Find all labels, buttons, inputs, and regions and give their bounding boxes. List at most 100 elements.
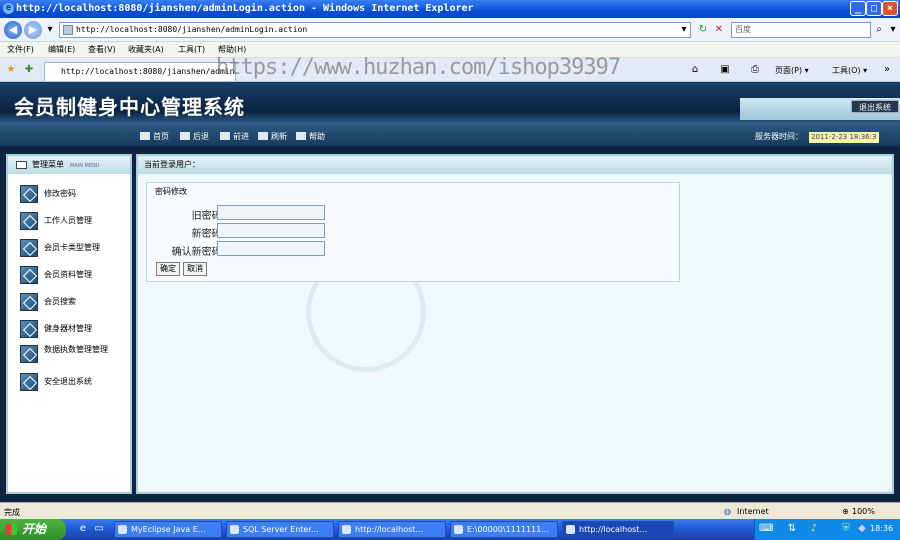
menu-icon bbox=[16, 161, 27, 169]
taskbar-item-myeclipse[interactable]: MyEclipse Java E... bbox=[114, 521, 222, 538]
sidebar-item-data[interactable]: 数据执数管理管理 bbox=[20, 344, 130, 366]
old-password-input[interactable] bbox=[217, 205, 325, 220]
refresh-icon[interactable]: ↻ bbox=[696, 22, 710, 38]
print-icon[interactable]: ⎙ bbox=[748, 62, 762, 78]
sidebar-item-logout[interactable]: 安全退出系统 bbox=[20, 372, 130, 394]
app-title: 会员制健身中心管理系统 bbox=[14, 95, 245, 119]
status-text: 完成 bbox=[4, 508, 20, 517]
tray-app-icon[interactable]: ◆ bbox=[855, 521, 869, 537]
old-password-row: 旧密码: bbox=[147, 205, 347, 222]
close-button[interactable]: × bbox=[882, 1, 898, 16]
confirm-button[interactable]: 确定 bbox=[156, 262, 180, 276]
sidebar: 管理菜单 MAIN MENU 修改密码 工作人员管理 会员卡类型管理 会员资料管理… bbox=[6, 154, 132, 494]
address-dropdown-icon[interactable]: ▾ bbox=[677, 22, 691, 38]
internet-zone-icon: ◍ bbox=[724, 507, 731, 516]
menu-item-icon bbox=[20, 345, 38, 363]
cancel-button[interactable]: 取消 bbox=[183, 262, 207, 276]
nav-help[interactable]: 帮助 bbox=[296, 131, 325, 142]
address-bar[interactable]: http://localhost:8080/jianshen/adminLogi… bbox=[59, 22, 691, 38]
zoom-icon: ⊕ bbox=[842, 507, 849, 516]
home-icon[interactable]: ⌂ bbox=[688, 62, 702, 78]
speaker-icon[interactable]: ♪ bbox=[807, 521, 821, 537]
sidebar-item-members[interactable]: 会员资料管理 bbox=[20, 265, 130, 287]
password-form: 密码修改 旧密码: 新密码: 确认新密码: 确定 取消 bbox=[146, 182, 680, 282]
forward-icon[interactable]: ▶ bbox=[24, 21, 42, 39]
menu-tools[interactable]: 工具(T) bbox=[178, 44, 205, 55]
keyboard-icon[interactable]: ⌨ bbox=[759, 521, 773, 537]
taskbar-item-ie-1[interactable]: http://localhost... bbox=[338, 521, 446, 538]
address-url: http://localhost:8080/jianshen/adminLogi… bbox=[76, 25, 308, 34]
menu-item-icon bbox=[20, 320, 38, 338]
page-menu[interactable]: 页面(P) ▾ bbox=[775, 65, 809, 76]
menu-view[interactable]: 查看(V) bbox=[88, 44, 116, 55]
help-icon bbox=[296, 132, 306, 140]
menu-item-icon bbox=[20, 266, 38, 284]
stop-icon[interactable]: ✕ bbox=[712, 22, 726, 38]
security-zone: Internet bbox=[737, 507, 769, 516]
menu-item-icon bbox=[20, 293, 38, 311]
sidebar-item-change-password[interactable]: 修改密码 bbox=[20, 184, 130, 206]
menu-file[interactable]: 文件(F) bbox=[7, 44, 34, 55]
start-button[interactable]: 开始 bbox=[0, 519, 66, 540]
quicklaunch-ie-icon[interactable]: e bbox=[76, 521, 90, 537]
confirm-password-row: 确认新密码: bbox=[147, 241, 347, 258]
nav-refresh[interactable]: 刷新 bbox=[258, 131, 287, 142]
menu-item-icon bbox=[20, 212, 38, 230]
main-panel: 当前登录用户： 密码修改 旧密码: 新密码: 确认新密码: 确定 取消 bbox=[136, 154, 894, 494]
network-icon[interactable]: ⇅ bbox=[785, 521, 799, 537]
server-time-label: 服务器时间： bbox=[755, 132, 803, 141]
sidebar-item-staff[interactable]: 工作人员管理 bbox=[20, 211, 130, 233]
taskbar: 开始 e ▭ MyEclipse Java E... SQL Server En… bbox=[0, 519, 900, 540]
toolbar-more-icon[interactable]: » bbox=[880, 62, 894, 78]
tools-menu[interactable]: 工具(O) ▾ bbox=[832, 65, 867, 76]
quicklaunch-desktop-icon[interactable]: ▭ bbox=[92, 521, 106, 537]
taskbar-item-sqlserver[interactable]: SQL Server Enter... bbox=[226, 521, 334, 538]
menu-help[interactable]: 帮助(H) bbox=[218, 44, 246, 55]
home-icon bbox=[140, 132, 150, 140]
web-page: 会员制健身中心管理系统 退出系统 首页 后退 前进 刷新 帮助 服务器时间： 2… bbox=[0, 82, 900, 502]
address-toolbar: ◀ ▶ ▾ http://localhost:8080/jianshen/adm… bbox=[0, 18, 900, 42]
zoom-level[interactable]: 100% bbox=[852, 507, 875, 516]
window-title: http://localhost:8080/jianshen/adminLogi… bbox=[16, 3, 474, 14]
watermark-text: https://www.huzhan.com/ishop39397 bbox=[216, 55, 621, 80]
feeds-icon[interactable]: ▣ bbox=[718, 62, 732, 78]
nav-forward[interactable]: 前进 bbox=[220, 131, 249, 142]
add-favorite-icon[interactable]: ✚ bbox=[22, 62, 36, 78]
search-input[interactable]: 百度 bbox=[731, 22, 871, 38]
security-shield-icon[interactable]: ⛨ bbox=[839, 521, 853, 537]
taskbar-item-explorer[interactable]: E:\00000\1111111... bbox=[450, 521, 558, 538]
sidebar-item-equipment[interactable]: 健身器材管理 bbox=[20, 319, 130, 341]
search-icon[interactable]: ⌕ bbox=[872, 22, 886, 38]
sidebar-item-member-search[interactable]: 会员搜索 bbox=[20, 292, 130, 314]
confirm-password-input[interactable] bbox=[217, 241, 325, 256]
back-icon[interactable]: ◀ bbox=[4, 21, 22, 39]
app-header: 会员制健身中心管理系统 退出系统 bbox=[0, 82, 900, 124]
menu-item-icon bbox=[20, 185, 38, 203]
minimize-button[interactable]: _ bbox=[850, 1, 866, 16]
maximize-button[interactable]: □ bbox=[866, 1, 882, 16]
content-area: 管理菜单 MAIN MENU 修改密码 工作人员管理 会员卡类型管理 会员资料管理… bbox=[0, 146, 900, 502]
favorites-star-icon[interactable]: ★ bbox=[4, 62, 18, 78]
tab-current[interactable]: http://localhost:8080/jianshen/adminLogi… bbox=[44, 62, 236, 81]
menu-edit[interactable]: 编辑(E) bbox=[48, 44, 75, 55]
search-options-icon[interactable]: ▾ bbox=[886, 22, 900, 38]
menu-item-icon bbox=[20, 373, 38, 391]
current-user-bar: 当前登录用户： bbox=[138, 156, 892, 174]
sidebar-item-card-types[interactable]: 会员卡类型管理 bbox=[20, 238, 130, 260]
server-time-value: 2011-2-23 18:36:3 bbox=[809, 132, 879, 143]
back-icon bbox=[180, 132, 190, 140]
history-dropdown-icon[interactable]: ▾ bbox=[43, 22, 57, 38]
menu-item-icon bbox=[20, 239, 38, 257]
ie-icon: e bbox=[3, 3, 14, 14]
new-password-input[interactable] bbox=[217, 223, 325, 238]
logout-button[interactable]: 退出系统 bbox=[851, 100, 899, 113]
nav-home[interactable]: 首页 bbox=[140, 131, 169, 142]
form-title: 密码修改 bbox=[155, 187, 187, 196]
sidebar-header: 管理菜单 MAIN MENU bbox=[8, 156, 130, 174]
window-title-bar: e http://localhost:8080/jianshen/adminLo… bbox=[0, 0, 900, 18]
nav-back[interactable]: 后退 bbox=[180, 131, 209, 142]
new-password-row: 新密码: bbox=[147, 223, 347, 240]
forward-icon bbox=[220, 132, 230, 140]
menu-favorites[interactable]: 收藏夹(A) bbox=[128, 44, 164, 55]
taskbar-item-ie-2[interactable]: http://localhost... bbox=[562, 521, 674, 538]
